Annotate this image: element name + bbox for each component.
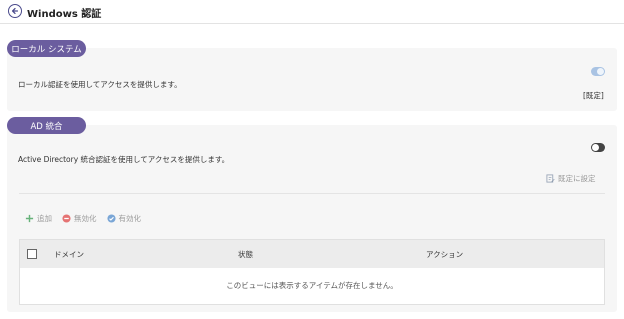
disable-label: 無効化: [74, 214, 97, 223]
local-system-description: ローカル認証を使用してアクセスを提供します。: [18, 80, 182, 89]
arrow-left-icon: [11, 7, 19, 15]
minus-circle-icon: [62, 214, 71, 223]
domain-table: ドメイン 状態 アクション このビューには表示するアイテムが存在しません。: [19, 239, 605, 305]
select-all-checkbox[interactable]: [27, 249, 37, 259]
toggle-knob: [592, 144, 599, 151]
add-button[interactable]: 追加: [25, 213, 52, 224]
divider: [19, 193, 605, 194]
enable-label: 有効化: [118, 214, 142, 223]
ad-toggle[interactable]: [591, 143, 605, 152]
check-circle-icon: [106, 214, 116, 223]
page-header: Windows 認証: [0, 0, 624, 24]
enable-button[interactable]: 有効化: [106, 213, 142, 224]
column-header-domain[interactable]: ドメイン: [54, 249, 84, 260]
default-badge: [既定]: [583, 91, 604, 100]
set-default-button[interactable]: 既定に設定: [546, 173, 596, 184]
local-system-card: ローカル認証を使用してアクセスを提供します。 [既定]: [7, 48, 617, 111]
column-header-action[interactable]: アクション: [426, 249, 463, 260]
page-title: Windows 認証: [27, 9, 102, 20]
table-header: ドメイン 状態 アクション: [20, 240, 604, 268]
toggle-knob: [597, 68, 604, 75]
plus-icon: [25, 214, 34, 223]
disable-button[interactable]: 無効化: [62, 213, 97, 224]
add-label: 追加: [37, 214, 52, 223]
table-action-toolbar: 追加 無効化 有効化: [25, 213, 141, 224]
local-system-toggle[interactable]: [591, 67, 605, 76]
empty-table-message: このビューには表示するアイテムが存在しません。: [226, 281, 398, 290]
ad-section-label: AD 統合: [7, 117, 86, 134]
set-default-label: 既定に設定: [558, 174, 596, 183]
local-system-section-label: ローカル システム: [7, 40, 86, 57]
back-button[interactable]: [8, 4, 22, 18]
ad-description: Active Directory 統合認証を使用してアクセスを提供します。: [18, 155, 230, 164]
column-header-status[interactable]: 状態: [238, 249, 253, 260]
edit-document-icon: [546, 174, 555, 183]
